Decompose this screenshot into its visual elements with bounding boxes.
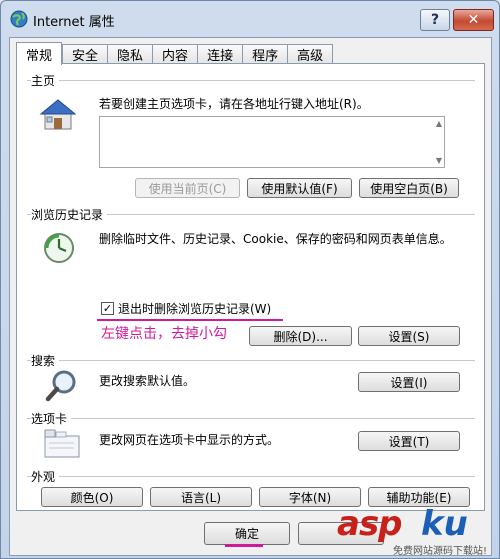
search-magnifier-icon [45,370,76,402]
history-description: 删除临时文件、历史记录、Cookie、保存的密码和网页表单信息。 [99,232,452,246]
tab-security[interactable]: 安全 [62,44,108,64]
tab-content[interactable]: 内容 [152,44,198,64]
search-settings-button[interactable]: 设置(I) [358,372,460,392]
tabs-window-icon [44,429,80,458]
tab-general[interactable]: 常规 [16,42,63,65]
tab-advanced[interactable]: 高级 [287,44,334,64]
dialog-client: 常规 安全 隐私 内容 连接 程序 高级 主页 若要创建主页选项卡，请在各地址行… [9,37,492,556]
titlebar: Internet 属性 ? ✕ [1,1,499,35]
delete-history-button[interactable]: 删除(D)... [249,326,352,346]
watermark-brand-ku: ku [421,504,468,544]
tabs-settings-button[interactable]: 设置(T) [358,431,460,451]
home-section-label: 主页 [31,72,60,89]
help-button[interactable]: ? [420,9,450,31]
close-button[interactable]: ✕ [453,9,494,31]
internet-options-window: Internet 属性 ? ✕ 常规 安全 隐私 内容 连接 程序 高级 主页 … [0,0,500,559]
colors-button[interactable]: 颜色(O) [41,487,143,507]
history-settings-button[interactable]: 设置(S) [358,326,460,346]
internet-globe-icon [10,10,28,28]
history-section-label: 浏览历史记录 [31,206,108,223]
appearance-section-label: 外观 [31,468,60,485]
home-description: 若要创建主页选项卡，请在各地址行键入地址(R)。 [99,97,369,111]
delete-on-exit-row[interactable]: ✓ 退出时删除浏览历史记录(W) [101,300,271,317]
search-separator [27,360,475,361]
watermark-brand-asp: asp [337,504,403,544]
watermark-logo: asp ku 免费网站源码下载站! [337,504,497,557]
history-clock-icon [44,233,74,263]
tab-programs[interactable]: 程序 [242,44,288,64]
use-blank-button[interactable]: 使用空白页(B) [359,178,459,198]
ok-button[interactable]: 确定 [204,522,290,545]
delete-on-exit-checkbox[interactable]: ✓ [101,302,114,315]
home-address-textarea[interactable]: ▲ ▼ [99,116,445,168]
appearance-separator [27,476,475,477]
search-section-label: 搜索 [31,352,60,369]
tabs-section-label: 选项卡 [31,410,72,427]
languages-button[interactable]: 语言(L) [150,487,252,507]
home-house-icon [39,99,77,130]
annotation-underline [97,319,283,321]
window-title: Internet 属性 [33,15,115,30]
delete-on-exit-label: 退出时删除浏览历史记录(W) [118,302,272,316]
search-description: 更改搜索默认值。 [99,374,196,388]
tabs-separator [27,418,475,419]
tab-connections[interactable]: 连接 [197,44,243,64]
use-default-button[interactable]: 使用默认值(F) [247,178,352,198]
watermark-subtitle: 免费网站源码下载站! [393,546,488,557]
tabs-description: 更改网页在选项卡中显示的方式。 [99,433,280,447]
annotation-text: 左键点击，去掉小勾 [101,326,227,342]
tab-privacy[interactable]: 隐私 [107,44,153,64]
home-separator [27,80,475,81]
ok-annotation-underline [225,544,263,547]
scroll-down-icon[interactable]: ▼ [436,156,442,165]
tab-strip: 常规 安全 隐私 内容 连接 程序 高级 [16,42,334,65]
general-tab-panel: 主页 若要创建主页选项卡，请在各地址行键入地址(R)。 ▲ ▼ 使用当前页(C)… [16,63,485,511]
scroll-up-icon[interactable]: ▲ [436,119,442,128]
use-current-page-button[interactable]: 使用当前页(C) [135,178,240,198]
